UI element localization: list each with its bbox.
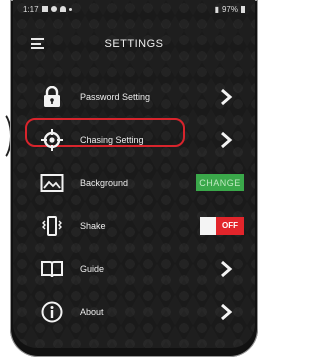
phone-frame: 1:17 ▮ 97% SETTINGS Password Setting Cha… [10,0,258,357]
settings-item-password[interactable]: Password Setting [13,79,255,114]
settings-item-label: Background [80,177,129,188]
settings-item-guide[interactable]: Guide [13,251,255,286]
battery-percent: 97% [221,4,238,14]
settings-item-shake: Shake OFF [13,208,255,243]
toggle-state-label: OFF [216,216,244,235]
signal-icon: ▮ [214,4,219,14]
shake-toggle[interactable]: OFF [200,216,244,235]
more-notifications-icon [68,7,72,11]
hamburger-menu-icon[interactable] [31,38,44,49]
settings-item-label: Shake [80,220,106,231]
status-bar: 1:17 ▮ 97% [13,0,255,18]
chevron-right-icon [221,260,233,277]
app-screen: 1:17 ▮ 97% SETTINGS Password Setting Cha… [13,0,255,348]
chevron-right-icon [221,131,233,148]
settings-item-about[interactable]: About [13,294,255,329]
settings-item-label: About [80,306,104,317]
settings-item-background: Background CHANGE [13,165,255,200]
shake-icon [40,214,64,238]
top-bar: SETTINGS [13,30,255,58]
settings-item-label: Password Setting [80,91,151,102]
chevron-right-icon [221,303,233,320]
battery-icon [241,5,245,13]
status-time: 1:17 [23,4,39,14]
page-title: SETTINGS [104,38,164,50]
lock-icon [40,85,64,109]
settings-item-label: Guide [80,263,105,274]
chevron-right-icon [221,88,233,105]
change-background-button[interactable]: CHANGE [196,174,244,191]
book-icon [40,257,64,281]
gallery-notification-icon [41,6,48,12]
settings-list: Password Setting Chasing Setting Backgro… [13,79,255,337]
toggle-knob [200,216,216,235]
info-icon [40,300,64,324]
settings-item-chasing[interactable]: Chasing Setting [13,118,255,157]
settings-notification-icon [50,6,57,12]
settings-item-label: Chasing Setting [80,134,144,145]
cloud-notification-icon [59,6,66,12]
image-icon [40,171,64,195]
crosshair-icon [40,128,64,152]
